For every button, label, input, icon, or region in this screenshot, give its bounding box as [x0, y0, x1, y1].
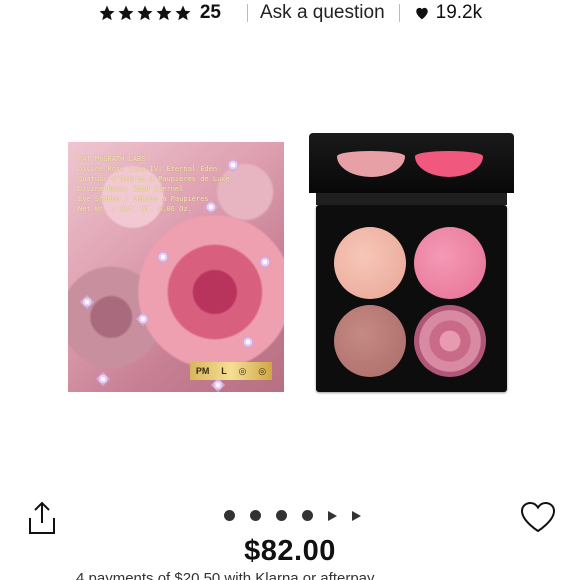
- logo-part: PM: [195, 366, 210, 376]
- box-label: PAT McGRATH LABS Divine Rose Luxe IV: Et…: [78, 154, 268, 214]
- share-icon: [29, 501, 55, 534]
- pagination-dot[interactable]: [250, 510, 261, 521]
- gem-decoration: [210, 377, 226, 392]
- box-text-line: Eye Shadow / Ombres à Paupières: [78, 195, 209, 203]
- gem-decoration: [135, 311, 151, 327]
- logo-part: ◎: [238, 365, 247, 376]
- like-button[interactable]: [519, 500, 557, 534]
- box-text-line: Quatuor d'Ombres à Paupières de Luxe: [78, 175, 230, 183]
- gem-decoration: [257, 254, 273, 270]
- box-text-line: Net Wt. / Net. Wt. 0.06 Oz.: [78, 205, 192, 213]
- box-text-line: Divine Rose: Eden Eternel: [78, 185, 184, 193]
- gem-decoration: [155, 249, 171, 265]
- next-arrow-icon[interactable]: [352, 510, 361, 521]
- packaging-box: PAT McGRATH LABS Divine Rose Luxe IV: Et…: [68, 142, 284, 392]
- image-pagination: [224, 510, 361, 521]
- eyeshadow-palette: [316, 205, 507, 392]
- palette-lid: [309, 133, 514, 193]
- logo-part: L: [221, 366, 227, 376]
- product-image[interactable]: PAT McGRATH LABS Divine Rose Luxe IV: Et…: [0, 0, 580, 440]
- installments-text: 4 payments of $20.50 with Klarna or afte…: [76, 570, 375, 580]
- brand-logo-plate: PM L ◎ ◎: [190, 362, 272, 380]
- gem-decoration: [240, 334, 256, 350]
- lid-reflection: [415, 151, 483, 177]
- pagination-dot[interactable]: [302, 510, 313, 521]
- gem-decoration: [79, 294, 95, 310]
- heart-outline-icon: [520, 501, 556, 533]
- next-arrow-icon[interactable]: [328, 510, 337, 521]
- shade-pan: [334, 305, 406, 377]
- shade-pan: [334, 227, 406, 299]
- shade-pan: [414, 227, 486, 299]
- share-button[interactable]: [26, 500, 58, 536]
- pagination-dot[interactable]: [276, 510, 287, 521]
- logo-part: ◎: [258, 365, 267, 376]
- price: $82.00: [244, 535, 336, 567]
- pagination-dot[interactable]: [224, 510, 235, 521]
- gem-decoration: [95, 371, 111, 387]
- lid-reflection: [337, 151, 405, 177]
- shade-pan: [414, 305, 486, 377]
- box-text-line: PAT McGRATH LABS: [78, 155, 146, 163]
- palette-hinge: [316, 193, 507, 205]
